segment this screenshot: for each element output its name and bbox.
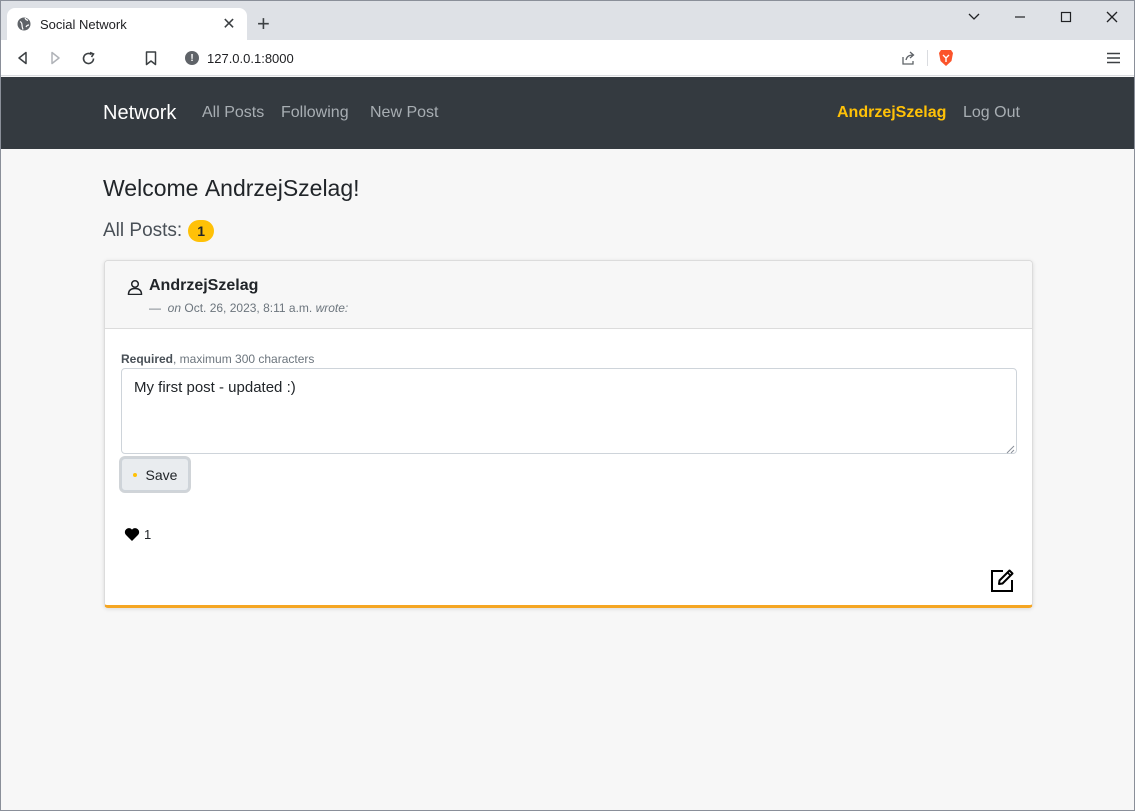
tab-title: Social Network (40, 16, 127, 32)
address-bar[interactable]: ! 127.0.0.1:8000 (173, 44, 964, 72)
save-button[interactable]: Save (121, 458, 189, 491)
post-meta: — on Oct. 26, 2023, 8:11 a.m. wrote: (149, 301, 348, 315)
dot-icon (132, 472, 137, 477)
globe-icon (17, 17, 31, 31)
divider (927, 50, 928, 66)
back-icon[interactable] (13, 48, 33, 68)
meta-dash: — (149, 301, 161, 315)
save-label: Save (145, 466, 178, 483)
post-count-badge: 1 (188, 220, 215, 242)
chevron-down-icon[interactable] (961, 7, 987, 27)
edit-icon[interactable] (989, 568, 1015, 594)
share-icon[interactable] (900, 50, 916, 66)
resize-handle-icon[interactable] (1005, 441, 1015, 454)
browser-window: Social Network ✕ + ! 127.0.0.1:8000 Netw… (0, 0, 1135, 811)
post-edit-textarea[interactable]: My first post - updated :) (121, 368, 1017, 454)
forward-icon[interactable] (45, 48, 65, 68)
hint-rest: , maximum 300 characters (173, 352, 315, 366)
heart-icon[interactable] (124, 527, 140, 542)
post-card: AndrzejSzelag — on Oct. 26, 2023, 8:11 a… (104, 260, 1033, 608)
hint-required: Required (121, 352, 174, 366)
reload-icon[interactable] (78, 48, 98, 68)
meta-date-prefix: on (167, 301, 182, 315)
brave-shield-icon[interactable] (938, 49, 954, 67)
all-posts-label: All Posts: (103, 220, 183, 241)
all-posts-heading: All Posts: 1 (103, 220, 215, 242)
minimize-icon[interactable] (1007, 7, 1033, 27)
plus-icon[interactable]: + (257, 13, 270, 35)
meta-wrote: wrote: (315, 301, 349, 315)
welcome-heading: Welcome AndrzejSzelag! (103, 175, 360, 202)
site-navbar: Network All Posts Following New Post And… (1, 77, 1134, 149)
field-hint: Required, maximum 300 characters (121, 352, 314, 366)
browser-tab[interactable]: Social Network ✕ (7, 8, 247, 40)
close-icon[interactable]: ✕ (221, 14, 237, 34)
info-icon[interactable]: ! (185, 51, 199, 65)
likes: 1 (124, 527, 151, 542)
tab-bar: Social Network ✕ + (1, 1, 1134, 40)
url-text: 127.0.0.1:8000 (207, 50, 294, 66)
post-card-header: AndrzejSzelag — on Oct. 26, 2023, 8:11 a… (105, 261, 1032, 329)
browser-toolbar: ! 127.0.0.1:8000 (1, 40, 1134, 76)
welcome-suffix: ! (353, 175, 360, 201)
post-date: Oct. 26, 2023, 8:11 a.m. (184, 301, 313, 315)
navbar-brand[interactable]: Network (103, 102, 176, 125)
hamburger-menu-icon[interactable] (1103, 48, 1123, 68)
nav-link-following[interactable]: Following (281, 104, 349, 122)
welcome-username: AndrzejSzelag (204, 175, 354, 201)
nav-link-all-posts[interactable]: All Posts (202, 104, 264, 122)
maximize-icon[interactable] (1053, 7, 1079, 27)
bookmark-icon[interactable] (141, 48, 161, 68)
close-window-icon[interactable] (1099, 7, 1125, 27)
post-author[interactable]: AndrzejSzelag (149, 277, 258, 295)
like-count: 1 (144, 527, 152, 542)
nav-link-profile[interactable]: AndrzejSzelag (837, 104, 946, 122)
user-icon (127, 279, 143, 296)
nav-link-logout[interactable]: Log Out (963, 104, 1020, 122)
nav-link-new-post[interactable]: New Post (370, 104, 438, 122)
welcome-prefix: Welcome (103, 175, 205, 201)
